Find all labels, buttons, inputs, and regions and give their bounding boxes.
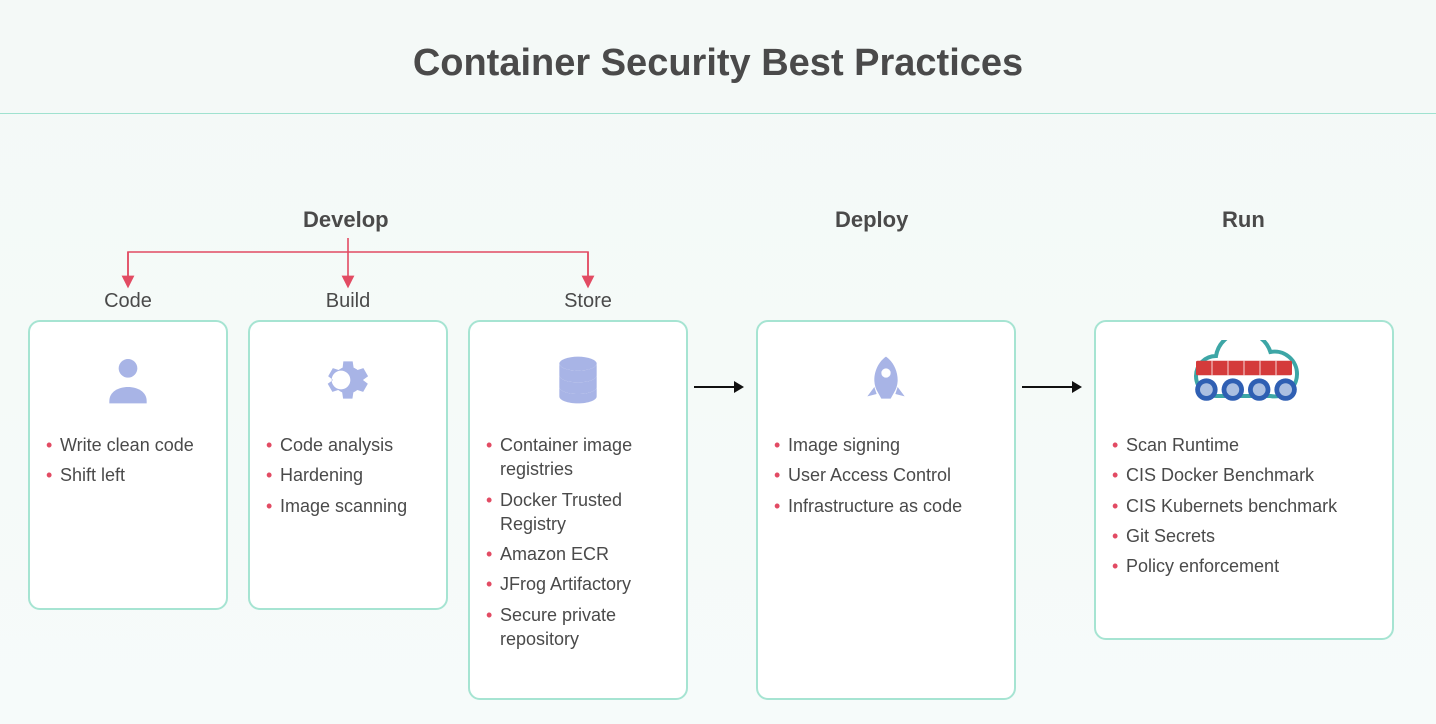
substage-store-label: Store bbox=[488, 290, 688, 313]
stage-deploy-label: Deploy bbox=[835, 207, 908, 233]
arrow-deploy-run bbox=[1022, 386, 1080, 388]
card-run: Scan Runtime CIS Docker Benchmark CIS Ku… bbox=[1094, 320, 1394, 640]
page-title: Container Security Best Practices bbox=[0, 42, 1436, 85]
database-icon bbox=[486, 338, 670, 422]
list-item: Shift left bbox=[46, 460, 210, 490]
card-store: Container image registries Docker Truste… bbox=[468, 320, 688, 700]
build-list: Code analysis Hardening Image scanning bbox=[266, 430, 430, 521]
list-item: JFrog Artifactory bbox=[486, 569, 670, 599]
stage-run-label: Run bbox=[1222, 207, 1265, 233]
list-item: Write clean code bbox=[46, 430, 210, 460]
list-item: User Access Control bbox=[774, 460, 998, 490]
run-list: Scan Runtime CIS Docker Benchmark CIS Ku… bbox=[1112, 430, 1376, 581]
list-item: Code analysis bbox=[266, 430, 430, 460]
list-item: Amazon ECR bbox=[486, 539, 670, 569]
list-item: Scan Runtime bbox=[1112, 430, 1376, 460]
store-list: Container image registries Docker Truste… bbox=[486, 430, 670, 654]
gear-icon bbox=[266, 338, 430, 422]
list-item: CIS Docker Benchmark bbox=[1112, 460, 1376, 490]
substage-row: Code Build Store bbox=[0, 290, 1436, 320]
person-icon bbox=[46, 338, 210, 422]
card-deploy: Image signing User Access Control Infras… bbox=[756, 320, 1016, 700]
cloud-cluster-icon bbox=[1112, 338, 1376, 422]
card-code: Write clean code Shift left bbox=[28, 320, 228, 610]
card-build: Code analysis Hardening Image scanning bbox=[248, 320, 448, 610]
list-item: Policy enforcement bbox=[1112, 551, 1376, 581]
list-item: CIS Kubernets benchmark bbox=[1112, 491, 1376, 521]
list-item: Secure private repository bbox=[486, 600, 670, 655]
list-item: Docker Trusted Registry bbox=[486, 485, 670, 540]
arrow-store-deploy bbox=[694, 386, 742, 388]
list-item: Infrastructure as code bbox=[774, 491, 998, 521]
list-item: Image scanning bbox=[266, 491, 430, 521]
list-item: Git Secrets bbox=[1112, 521, 1376, 551]
list-item: Hardening bbox=[266, 460, 430, 490]
section-divider bbox=[0, 113, 1436, 114]
list-item: Image signing bbox=[774, 430, 998, 460]
list-item: Container image registries bbox=[486, 430, 670, 485]
substage-code-label: Code bbox=[28, 290, 228, 313]
code-list: Write clean code Shift left bbox=[46, 430, 210, 491]
develop-bracket bbox=[28, 238, 688, 294]
deploy-list: Image signing User Access Control Infras… bbox=[774, 430, 998, 521]
substage-build-label: Build bbox=[248, 290, 448, 313]
rocket-icon bbox=[774, 338, 998, 422]
stage-develop-label: Develop bbox=[303, 207, 389, 233]
